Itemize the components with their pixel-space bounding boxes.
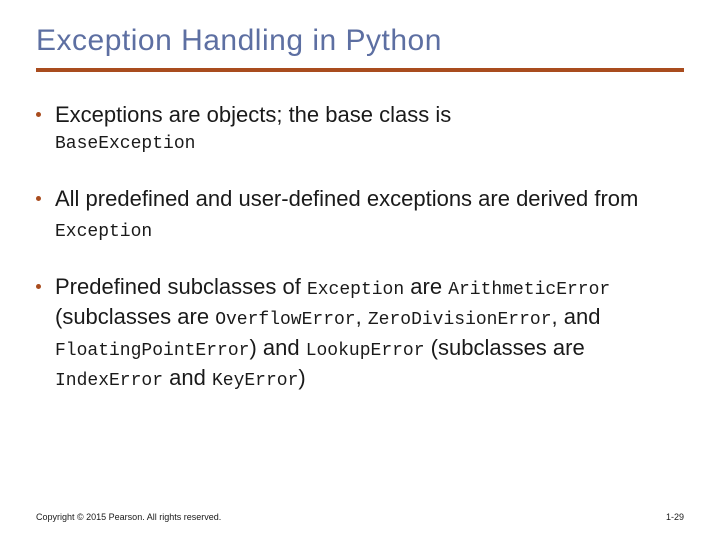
bullet-text: , and xyxy=(552,304,601,329)
bullet-dot-icon xyxy=(36,112,41,117)
code-floating-point-error: FloatingPointError xyxy=(55,341,249,361)
bullet-text: All predefined and user-defined exceptio… xyxy=(55,186,638,211)
copyright-text: Copyright © 2015 Pearson. All rights res… xyxy=(36,512,221,522)
slide-title: Exception Handling in Python xyxy=(36,24,684,58)
bullet-dot-icon xyxy=(36,284,41,289)
bullet-dot-icon xyxy=(36,196,41,201)
code-zero-division-error: ZeroDivisionError xyxy=(368,310,552,330)
code-lookup-error: LookupError xyxy=(306,341,425,361)
bullet-text: and xyxy=(163,365,212,390)
bullet-text: Exceptions are objects; the base class i… xyxy=(55,102,451,127)
title-rule xyxy=(36,68,684,72)
code-arithmetic-error: ArithmeticError xyxy=(448,280,610,300)
code-index-error: IndexError xyxy=(55,371,163,391)
bullet-text: ) and xyxy=(249,335,305,360)
bullet-text: (subclasses are xyxy=(425,335,585,360)
bullet-text: ) xyxy=(298,365,305,390)
code-key-error: KeyError xyxy=(212,371,298,391)
bullet-item: All predefined and user-defined exceptio… xyxy=(36,184,684,244)
bullet-item: Predefined subclasses of Exception are A… xyxy=(36,272,684,393)
bullet-text: (subclasses are xyxy=(55,304,215,329)
code-base-exception: BaseException xyxy=(55,132,684,156)
page-number: 1-29 xyxy=(666,512,684,522)
slide-content: Exceptions are objects; the base class i… xyxy=(0,100,720,393)
bullet-text: , xyxy=(356,304,368,329)
bullet-text: Predefined subclasses of xyxy=(55,274,307,299)
slide-footer: Copyright © 2015 Pearson. All rights res… xyxy=(36,512,684,522)
bullet-text: are xyxy=(404,274,448,299)
code-exception: Exception xyxy=(307,280,404,300)
code-exception: Exception xyxy=(55,222,152,242)
bullet-item: Exceptions are objects; the base class i… xyxy=(36,100,684,156)
code-overflow-error: OverflowError xyxy=(215,310,355,330)
